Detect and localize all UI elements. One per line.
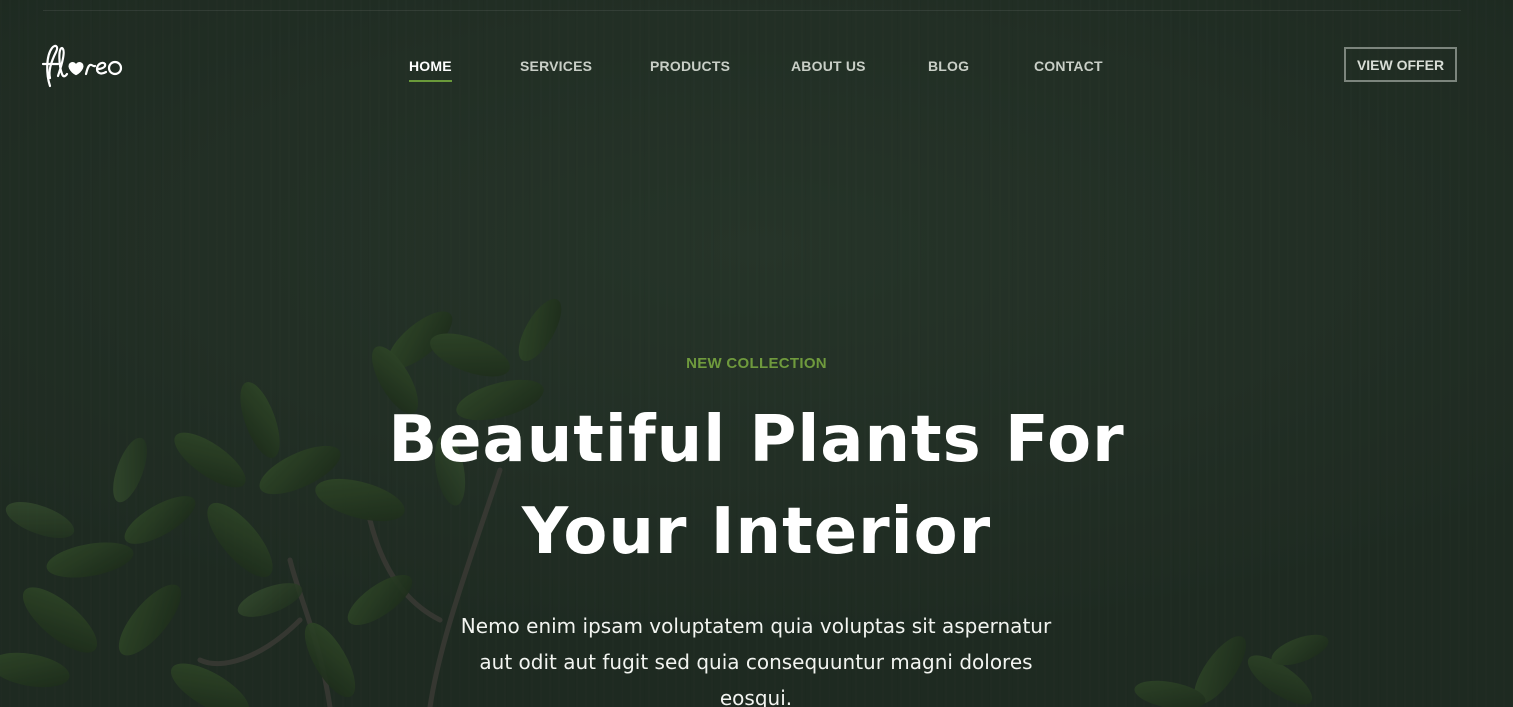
main-navigation: HOME SERVICES PRODUCTS ABOUT US BLOG CON… [0,58,1513,88]
nav-item-contact[interactable]: CONTACT [1034,58,1103,82]
hero-description: Nemo enim ipsam voluptatem quia voluptas… [460,614,1052,707]
hero-headline-line-1: Beautiful Plants For [388,403,1125,477]
nav-item-home[interactable]: HOME [409,58,452,82]
nav-item-blog[interactable]: BLOG [928,58,969,82]
nav-item-services[interactable]: SERVICES [520,58,592,82]
hero-headline-line-2: Your Interior [521,495,992,569]
hero-kicker: NEW COLLECTION [686,355,827,372]
nav-item-products[interactable]: PRODUCTS [650,58,730,82]
nav-item-about-us[interactable]: ABOUT US [791,58,866,82]
plant-background-image [0,0,1513,707]
hero-section: HOME SERVICES PRODUCTS ABOUT US BLOG CON… [0,0,1513,707]
view-offer-button[interactable]: VIEW OFFER [1344,47,1457,82]
hero-headline: Beautiful Plants For Your Interior [0,394,1513,578]
top-divider [43,10,1461,11]
